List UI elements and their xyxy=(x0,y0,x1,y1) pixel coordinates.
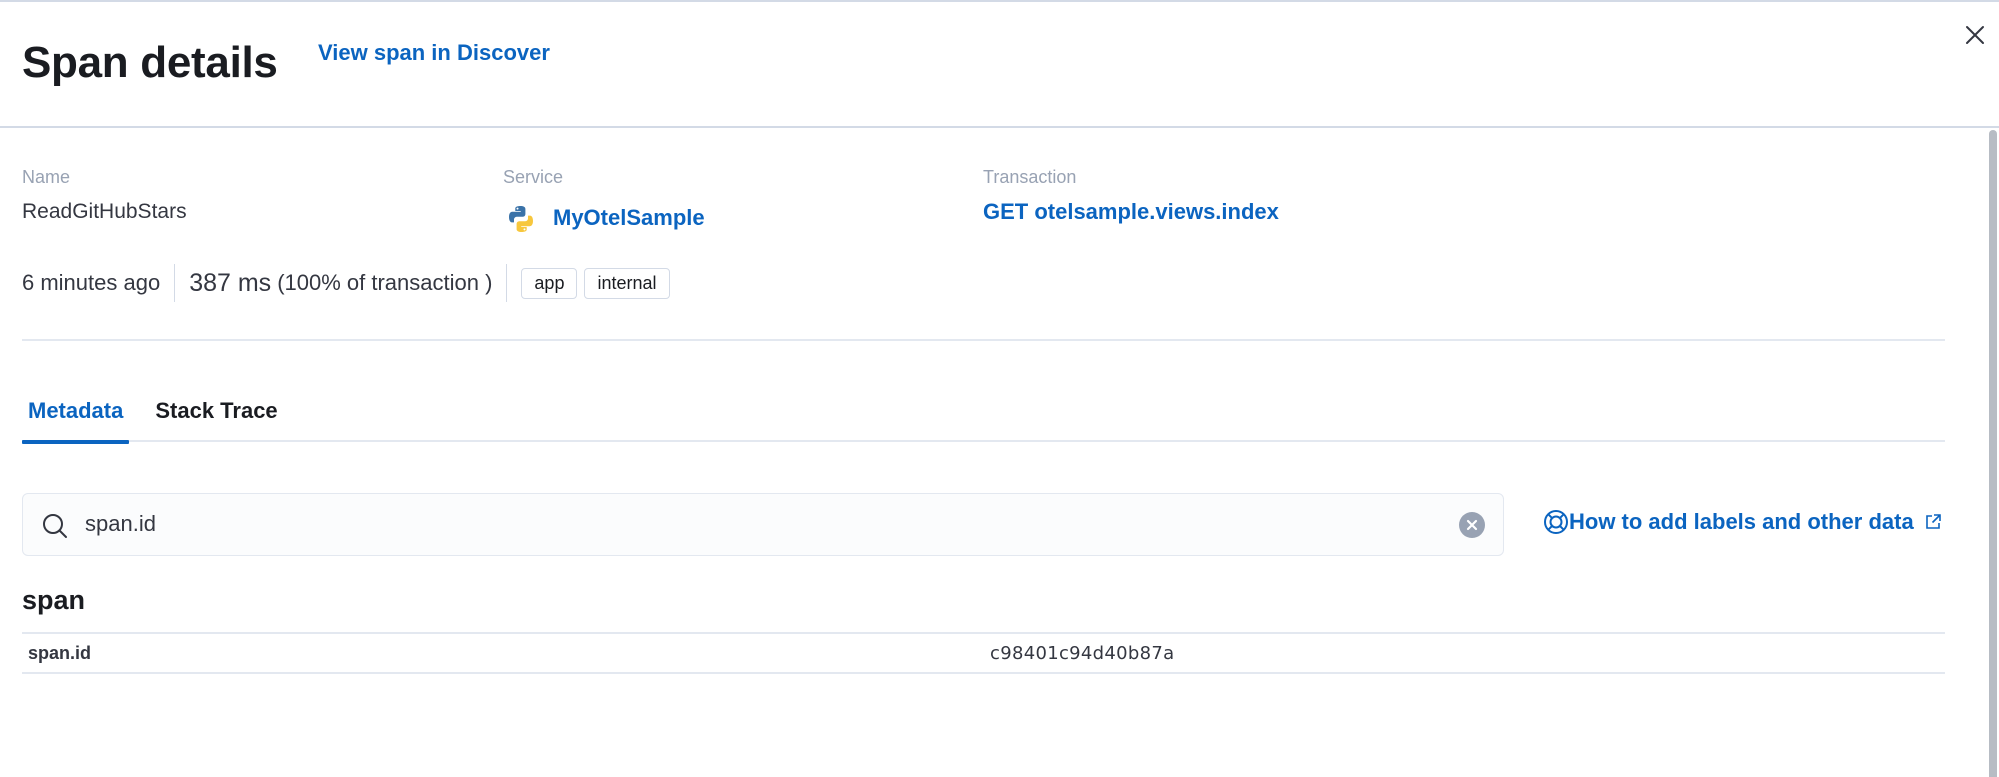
separator xyxy=(174,264,176,302)
search-input[interactable] xyxy=(85,504,1425,544)
search-icon xyxy=(43,514,67,538)
clear-search-button[interactable] xyxy=(1459,512,1485,538)
span-meta-row: 6 minutes ago 387 ms (100% of transactio… xyxy=(22,263,677,303)
metadata-table-row: span.id c98401c94d40b87a xyxy=(22,632,1945,674)
help-labels-link[interactable]: How to add labels and other data xyxy=(1543,509,1942,535)
badge-subtype: app xyxy=(521,267,578,299)
lifebuoy-icon xyxy=(1544,510,1568,534)
close-icon xyxy=(1966,26,1984,44)
metadata-section-title: span xyxy=(22,585,86,615)
view-in-discover-link[interactable]: View span in Discover xyxy=(318,40,550,66)
metadata-key: span.id xyxy=(28,643,92,663)
page-title: Span details xyxy=(22,38,278,87)
service-label: Service xyxy=(503,167,564,187)
transaction-label: Transaction xyxy=(983,167,1077,187)
divider xyxy=(22,339,1945,341)
help-link-label: How to add labels and other data xyxy=(1569,509,1914,534)
metadata-value: c98401c94d40b87a xyxy=(990,643,1175,664)
duration-percent: (100% of transaction ) xyxy=(277,270,493,295)
python-icon xyxy=(509,206,533,232)
external-link-icon xyxy=(1925,514,1941,529)
service-link[interactable]: MyOtelSample xyxy=(553,205,705,231)
duration: 387 ms xyxy=(189,268,272,297)
clear-icon xyxy=(1466,519,1478,531)
timestamp: 6 minutes ago xyxy=(22,270,161,295)
flyout-header: Span details View span in Discover xyxy=(0,2,1999,128)
metadata-search-field xyxy=(22,493,1504,556)
close-button[interactable] xyxy=(1960,20,1990,50)
tab-stack-trace[interactable]: Stack Trace xyxy=(149,390,283,442)
tab-metadata[interactable]: Metadata xyxy=(22,390,130,444)
scrollbar[interactable] xyxy=(1989,130,1997,777)
badge-action: internal xyxy=(584,267,670,299)
transaction-link[interactable]: GET otelsample.views.index xyxy=(983,199,1279,225)
name-label: Name xyxy=(22,167,71,187)
separator xyxy=(506,264,508,302)
name-value: ReadGitHubStars xyxy=(22,200,187,223)
tab-bar: Metadata Stack Trace xyxy=(22,390,1945,444)
